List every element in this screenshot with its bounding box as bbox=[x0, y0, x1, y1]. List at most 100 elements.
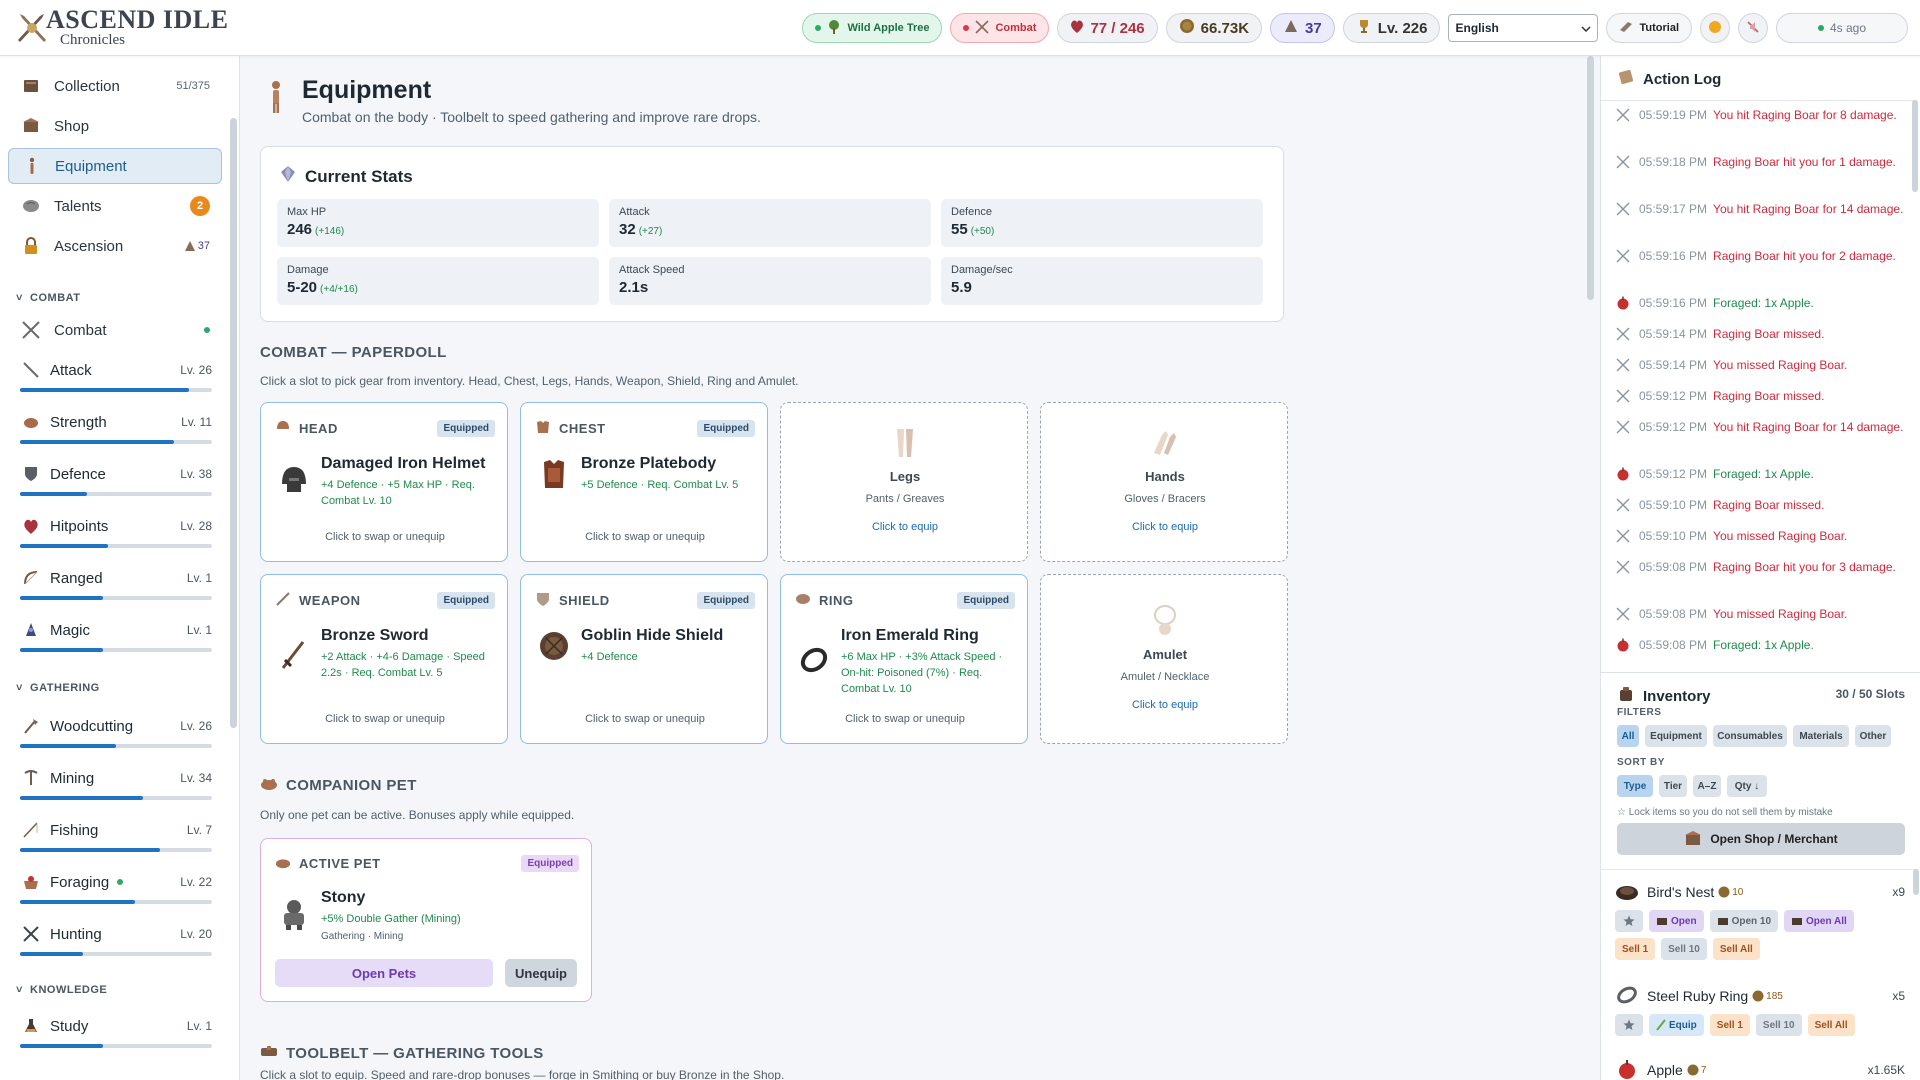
log-text: 05:59:17 PM You hit Raging Boar for 14 da… bbox=[1639, 201, 1903, 217]
gold-value: 66.73K bbox=[1200, 19, 1250, 37]
mute-button[interactable] bbox=[1738, 13, 1768, 43]
open-all-button[interactable]: Open All bbox=[1784, 910, 1854, 932]
sidebar-item-ascension[interactable]: Ascension 37 bbox=[8, 228, 222, 264]
skill-foraging[interactable]: Foraging Lv. 22 bbox=[20, 870, 212, 904]
log-message: You missed Raging Boar. bbox=[1713, 529, 1848, 543]
star-icon bbox=[1623, 1019, 1635, 1030]
current-activity-pill[interactable]: Wild Apple Tree bbox=[802, 13, 943, 43]
open-button[interactable]: Open bbox=[1649, 910, 1704, 932]
slot-legs[interactable]: Legs Pants / Greaves Click to equip bbox=[780, 402, 1028, 562]
sort-az[interactable]: A–Z bbox=[1693, 775, 1721, 797]
inventory-scrollbar[interactable] bbox=[1913, 869, 1919, 895]
iron-helmet-icon bbox=[277, 463, 311, 497]
open-shop-button[interactable]: Open Shop / Merchant bbox=[1617, 823, 1905, 855]
sidebar-item-equipment[interactable]: Equipment bbox=[8, 148, 222, 184]
sell-all-button[interactable]: Sell All bbox=[1807, 1014, 1855, 1036]
equip-button[interactable]: Equip bbox=[1649, 1014, 1704, 1036]
scroll-icon bbox=[1617, 68, 1635, 90]
filter-equipment[interactable]: Equipment bbox=[1645, 725, 1707, 747]
sidebar-item-label: Talents bbox=[54, 197, 102, 215]
action-log-list[interactable]: 05:59:19 PM You hit Raging Boar for 8 dam… bbox=[1601, 100, 1917, 666]
filter-materials[interactable]: Materials bbox=[1793, 725, 1849, 747]
inventory-list[interactable]: Bird's Nest 10 x9 Open Open 10 Open All … bbox=[1601, 869, 1917, 1080]
skill-woodcutting[interactable]: Woodcutting Lv. 26 bbox=[20, 714, 212, 748]
skill-strength[interactable]: Strength Lv. 11 bbox=[20, 410, 212, 444]
skill-magic[interactable]: Magic Lv. 1 bbox=[20, 618, 212, 652]
skill-mining[interactable]: Mining Lv. 34 bbox=[20, 766, 212, 800]
crossed-swords-logo-icon bbox=[14, 10, 50, 46]
sell-all-button[interactable]: Sell All bbox=[1712, 938, 1760, 960]
action-log-scrollbar[interactable] bbox=[1912, 100, 1918, 192]
fishing-rod-icon bbox=[20, 819, 42, 841]
sort-tier[interactable]: Tier bbox=[1659, 775, 1687, 797]
sort-qty[interactable]: Qty ↓ bbox=[1727, 775, 1767, 797]
log-entry: 05:59:14 PM You missed Raging Boar. bbox=[1615, 357, 1905, 373]
sell-10-button[interactable]: Sell 10 bbox=[1661, 938, 1707, 960]
skill-ranged[interactable]: Ranged Lv. 1 bbox=[20, 566, 212, 600]
sidebar: Collection 51/375 Shop Equipment Talents… bbox=[0, 56, 240, 1080]
slot-ring[interactable]: RING Equipped Iron Emerald Ring +6 Max H… bbox=[780, 574, 1028, 744]
gem-icon bbox=[279, 165, 297, 188]
sidebar-item-collection[interactable]: Collection 51/375 bbox=[8, 68, 222, 104]
log-time: 05:59:08 PM bbox=[1639, 638, 1708, 652]
slot-weapon[interactable]: WEAPON Equipped Bronze Sword +2 Attack ·… bbox=[260, 574, 508, 744]
sort-type[interactable]: Type bbox=[1617, 775, 1653, 797]
figure-icon bbox=[21, 155, 43, 177]
section-knowledge[interactable]: ˅ KNOWLEDGE bbox=[16, 984, 107, 996]
theme-toggle-button[interactable] bbox=[1700, 13, 1730, 43]
inventory-item-birds-nest[interactable]: Bird's Nest 10 x9 Open Open 10 Open All … bbox=[1615, 880, 1905, 960]
toolbelt-title: TOOLBELT — GATHERING TOOLS bbox=[260, 1044, 544, 1062]
language-select[interactable]: English bbox=[1448, 14, 1599, 42]
inventory-item-apple[interactable]: Apple 7 x1.65K bbox=[1615, 1058, 1905, 1080]
slot-head[interactable]: HEAD Equipped Damaged Iron Helmet +4 Def… bbox=[260, 402, 508, 562]
stat-damage-per-sec: Damage/sec 5.9 bbox=[941, 257, 1263, 305]
sidebar-item-combat[interactable]: Combat bbox=[8, 312, 222, 348]
companion-pet-title-label: COMPANION PET bbox=[286, 776, 417, 794]
skill-hitpoints[interactable]: Hitpoints Lv. 28 bbox=[20, 514, 212, 548]
section-combat[interactable]: ˅ COMBAT bbox=[16, 292, 81, 304]
equip-link[interactable]: Click to equip bbox=[1041, 699, 1289, 711]
lock-star-button[interactable] bbox=[1615, 910, 1643, 932]
filter-other[interactable]: Other bbox=[1855, 725, 1891, 747]
stat-label: Damage/sec bbox=[951, 264, 1013, 276]
open-pets-button[interactable]: Open Pets bbox=[275, 959, 493, 987]
skill-fishing[interactable]: Fishing Lv. 7 bbox=[20, 818, 212, 852]
stat-label: Defence bbox=[951, 206, 992, 218]
skill-attack[interactable]: Attack Lv. 26 bbox=[20, 358, 212, 392]
sidebar-item-shop[interactable]: Shop bbox=[8, 108, 222, 144]
skill-label: Hitpoints bbox=[50, 517, 109, 535]
tutorial-button[interactable]: Tutorial bbox=[1606, 13, 1692, 43]
filter-all[interactable]: All bbox=[1617, 725, 1639, 747]
combat-status-pill[interactable]: Combat bbox=[950, 13, 1050, 43]
unequip-pet-button[interactable]: Unequip bbox=[505, 959, 577, 987]
tree-icon bbox=[827, 19, 841, 37]
main-scrollbar[interactable] bbox=[1587, 56, 1594, 300]
sidebar-item-talents[interactable]: Talents 2 bbox=[8, 188, 222, 224]
equip-link[interactable]: Click to equip bbox=[781, 521, 1029, 533]
sidebar-scrollbar[interactable] bbox=[230, 118, 237, 728]
skill-progress-fill bbox=[20, 1044, 103, 1048]
skill-defence[interactable]: Defence Lv. 38 bbox=[20, 462, 212, 496]
stat-bonus: (+27) bbox=[638, 226, 663, 237]
open-10-button[interactable]: Open 10 bbox=[1709, 910, 1779, 932]
sell-10-button[interactable]: Sell 10 bbox=[1755, 1014, 1802, 1036]
skill-hunting[interactable]: Hunting Lv. 20 bbox=[20, 922, 212, 956]
sidebar-item-label: Collection bbox=[54, 77, 120, 95]
filter-consumables[interactable]: Consumables bbox=[1713, 725, 1787, 747]
ascension-value: 37 bbox=[1305, 19, 1322, 37]
item-name: Goblin Hide Shield bbox=[581, 627, 724, 644]
inventory-item-steel-ruby-ring[interactable]: Steel Ruby Ring 185 x5 Equip Sell 1 Sell… bbox=[1615, 984, 1905, 1036]
skill-study[interactable]: Study Lv. 1 bbox=[20, 1014, 212, 1048]
swap-hint: Click to swap or unequip bbox=[325, 531, 445, 543]
section-gathering[interactable]: ˅ GATHERING bbox=[16, 682, 100, 694]
sell-1-button[interactable]: Sell 1 bbox=[1709, 1014, 1750, 1036]
stat-bonus: (+4/+16) bbox=[320, 284, 358, 295]
slot-hands[interactable]: Hands Gloves / Bracers Click to equip bbox=[1040, 402, 1288, 562]
slot-shield[interactable]: SHIELD Equipped Goblin Hide Shield +4 De… bbox=[520, 574, 768, 744]
lock-star-button[interactable] bbox=[1615, 1014, 1643, 1036]
equip-link[interactable]: Click to equip bbox=[1041, 521, 1289, 533]
sell-1-button[interactable]: Sell 1 bbox=[1615, 938, 1656, 960]
slot-amulet[interactable]: Amulet Amulet / Necklace Click to equip bbox=[1040, 574, 1288, 744]
slot-chest[interactable]: CHEST Equipped Bronze Platebody +5 Defen… bbox=[520, 402, 768, 562]
app-logo[interactable]: ASCEND IDLE Chronicles bbox=[14, 7, 254, 48]
